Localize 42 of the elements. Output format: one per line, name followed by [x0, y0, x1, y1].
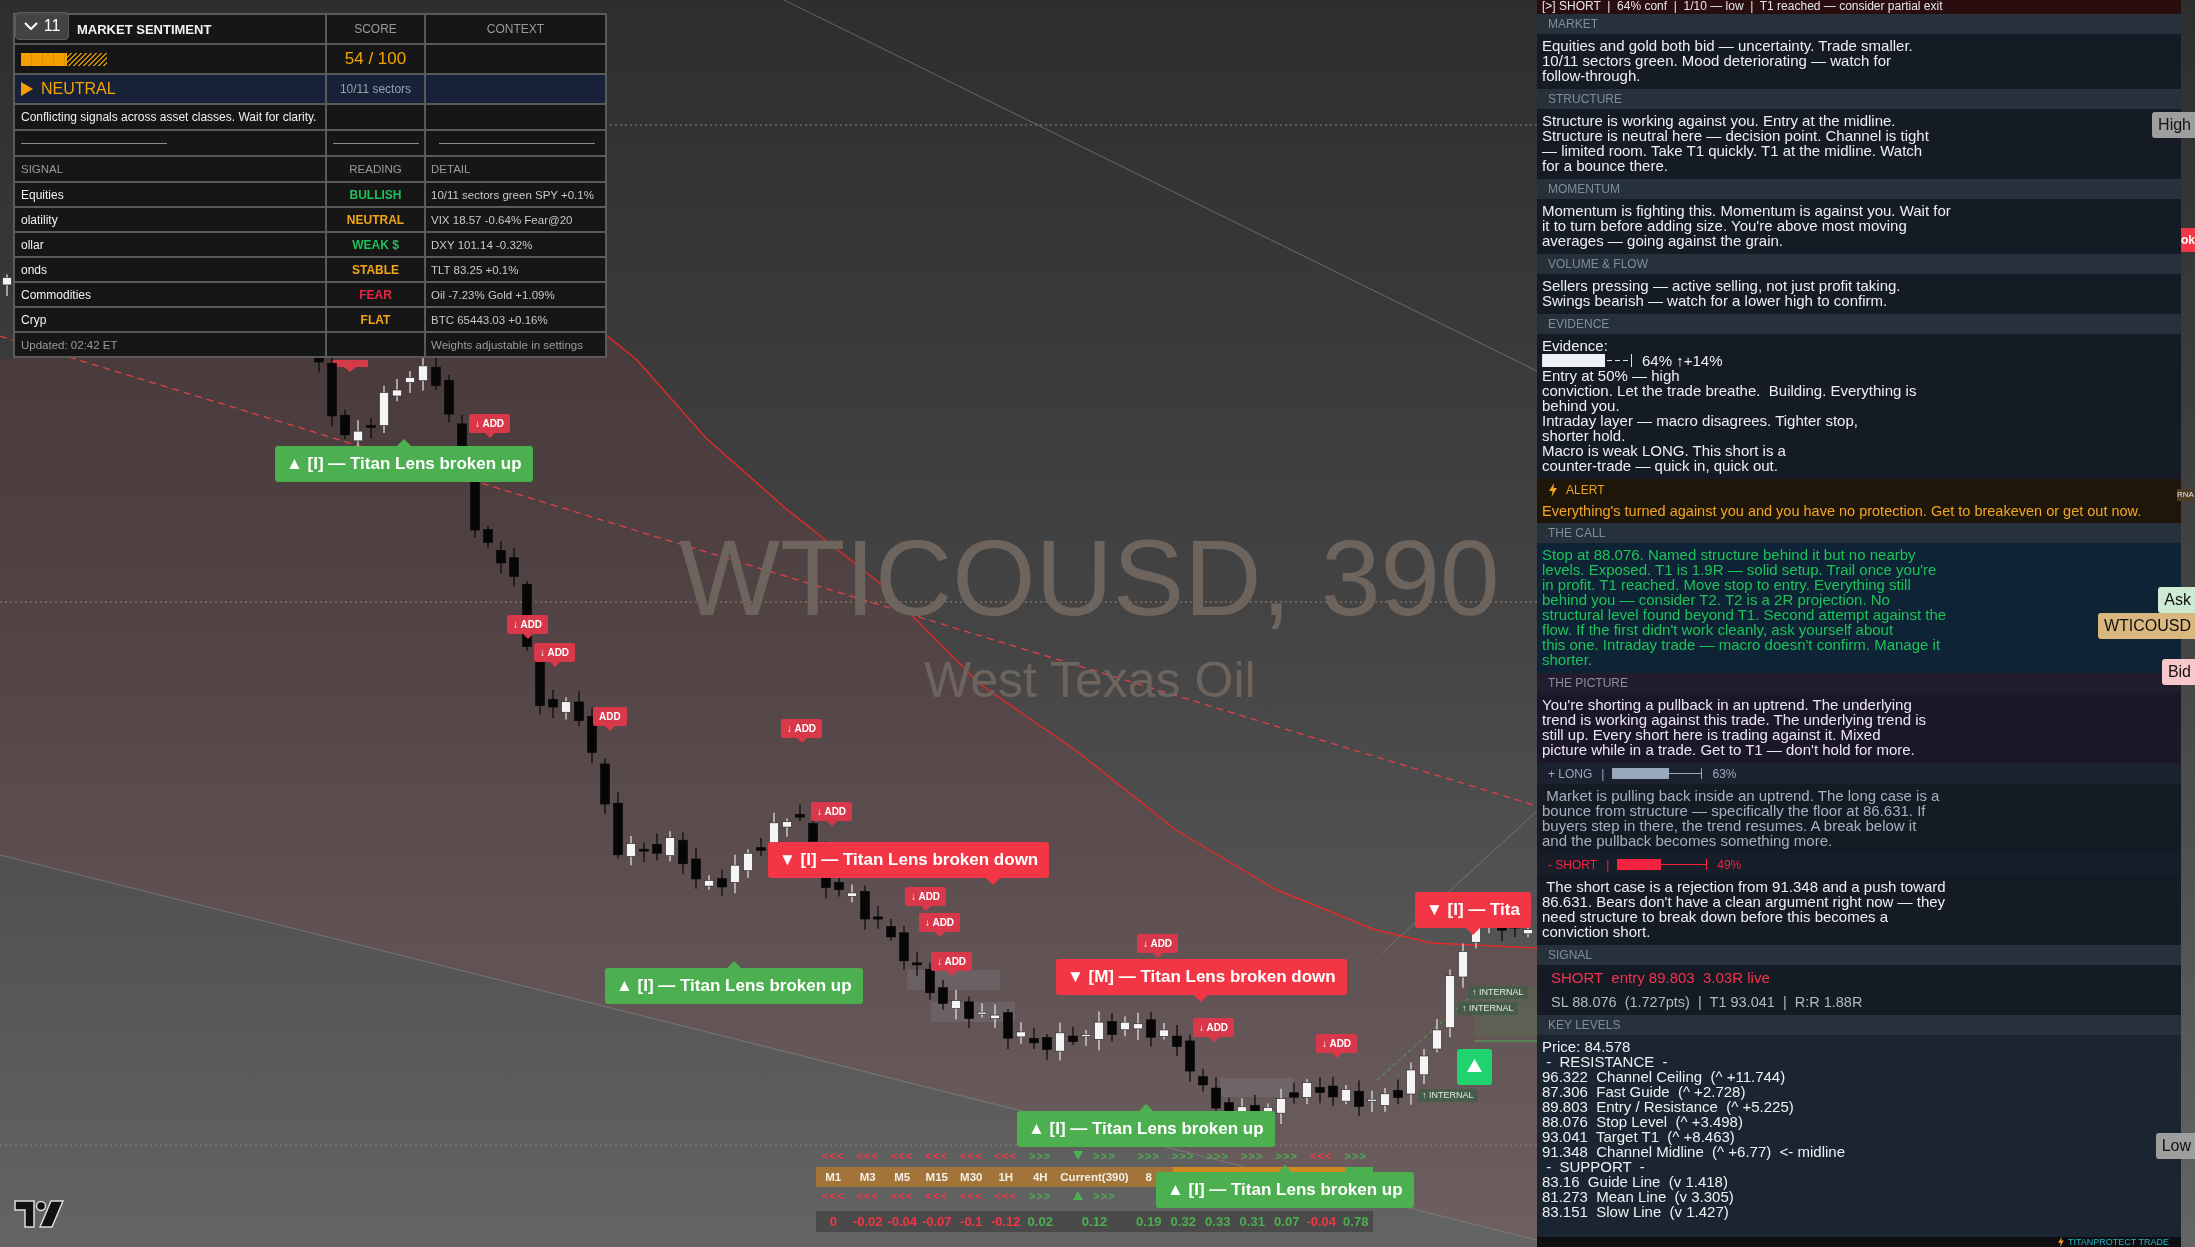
- section-header: EVIDENCE: [1537, 314, 2181, 334]
- case-text: Market is pulling back inside an uptrend. The long case is a bounce from structure — specifically the floor at 86.631. If buyers step in there, the trend resumes. A break below it and the pullback becomes something more.: [1542, 788, 1940, 848]
- price-label: Ask: [2158, 587, 2195, 613]
- key-level-line: 83.151 Slow Line (v 1.427): [1542, 1204, 1729, 1219]
- section-text: Momentum is fighting this. Momentum is against you. Wait for it to turn before adding size. You're above most moving averages — going against the grain.: [1542, 203, 1951, 248]
- evidence-text: Entry at 50% — high conviction. Let the trade breathe. Building. Everything is behind you. Intraday layer — macro disagrees. Tighter stop, shorter hold. Macro is weak LONG. This short is a counter-trade — quick in, quick out.: [1542, 368, 1917, 473]
- section-header: MOMENTUM: [1537, 179, 2181, 199]
- chart-label-fragment: RNA: [2177, 489, 2194, 501]
- price-label: Low: [2155, 1133, 2195, 1159]
- case-label: + LONG: [1548, 766, 1593, 781]
- key-level-line: Price: 84.578: [1542, 1039, 1631, 1054]
- key-level-line: - RESISTANCE -: [1545, 1054, 1668, 1069]
- section-header: STRUCTURE: [1537, 89, 2181, 109]
- section-header: MARKET: [1537, 14, 2181, 34]
- section-header: KEY LEVELS: [1537, 1015, 2181, 1035]
- chart-label-fragment: ok: [2181, 228, 2195, 252]
- section-text: Structure is working against you. Entry at the midline. Structure is neutral here — decision point. Channel is tight — limited room. Take T1 quickly. T1 at the midline. Watch for a bounce there.: [1542, 113, 1929, 173]
- case-label: - SHORT: [1548, 857, 1598, 872]
- evidence-reading: 64% ↑+14%: [1642, 353, 1723, 368]
- separator-text: |: [1601, 766, 1605, 781]
- section-text: Stop at 88.076. Named structure behind it but no nearby levels. Exposed. T1 is 1.9R — solid setup. Trail once you're in profit. T1 reached. Move stop to entry. Everything still behind you — consider T2. T2 is a 2R projection. No structural level found beyond T1. Second attempt against the flow. If the first didn't work cleanly, ask yourself about this one. Intraday trade — macro doesn't confirm. Manage it shorter.: [1542, 547, 1947, 667]
- section-text: Sellers pressing — active selling, not just profit taking. Swings bearish — watch for a lower high to confirm.: [1542, 278, 1901, 308]
- status-banner: [>] SHORT | 64% conf | 1/10 — low | T1 reached — consider partial exit: [1537, 0, 2181, 14]
- signal-headline: SHORT entry 89.803 3.03R live: [1550, 968, 1770, 988]
- section-text: You're shorting a pullback in an uptrend. The underlying trend is working against this trade. The underlying trend is still up. Every short here is trading against it. Mixed picture while in a trade. Get to T1 — don't hold for more.: [1542, 697, 1927, 757]
- section-header: THE CALL: [1537, 523, 2181, 543]
- alert-title: ALERT: [1566, 482, 1605, 497]
- evidence-label: Evidence:: [1542, 338, 1608, 353]
- case-text: The short case is a rejection from 91.348 and a push toward 86.631. Bears don't have a clean argument right now — they need structure to break down before this becomes a conviction short.: [1542, 879, 1946, 939]
- section-text: Equities and gold both bid — uncertainty. Trade smaller. 10/11 sectors green. Mood deteriorating — watch for follow-through.: [1542, 38, 1913, 83]
- alert-message: Everything's turned against you and you have no protection. Get to breakeven or get out now.: [1542, 502, 2142, 521]
- key-level-line: - SUPPORT -: [1545, 1159, 1645, 1174]
- section-header: VOLUME & FLOW: [1537, 254, 2181, 274]
- footer-text: TITANPROTECT TRADE: [2068, 1237, 2169, 1247]
- key-level-line: 91.348 Channel Midline (^ +6.77) <- midline: [1542, 1144, 1846, 1159]
- separator-text: |: [1606, 857, 1610, 872]
- signal-detail: SL 88.076 (1.727pts) | T1 93.041 | R:R 1.88R: [1550, 993, 1863, 1012]
- price-label: WTICOUSD: [2097, 613, 2195, 639]
- section-header: SIGNAL: [1537, 945, 2181, 965]
- case-percent: 49%: [1717, 857, 1742, 872]
- price-label: High: [2152, 112, 2195, 138]
- case-percent: 63%: [1712, 766, 1737, 781]
